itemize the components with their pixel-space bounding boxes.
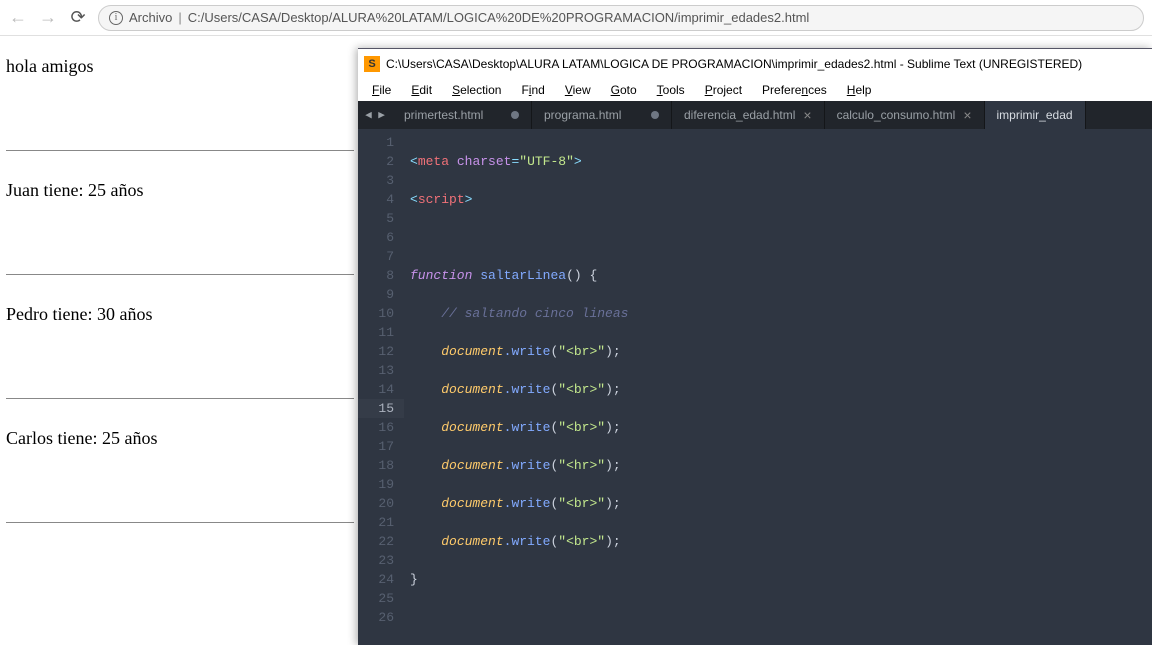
forward-button[interactable]: → xyxy=(38,8,58,28)
sublime-menubar[interactable]: File Edit Selection Find View Goto Tools… xyxy=(358,79,1152,101)
menu-view[interactable]: View xyxy=(557,81,599,99)
tab-primertest[interactable]: primertest.html xyxy=(392,101,532,129)
tab-calculo[interactable]: calculo_consumo.html × xyxy=(825,101,985,129)
tab-label: diferencia_edad.html xyxy=(684,108,795,122)
page-greeting: hola amigos xyxy=(6,50,354,85)
sublime-editor[interactable]: 1234567891011121314151617181920212223242… xyxy=(358,129,1152,645)
tab-label: primertest.html xyxy=(404,108,483,122)
menu-file[interactable]: File xyxy=(364,81,399,99)
close-icon[interactable]: × xyxy=(963,107,971,123)
page-hr xyxy=(6,274,354,275)
menu-goto[interactable]: Goto xyxy=(603,81,645,99)
menu-project[interactable]: Project xyxy=(697,81,750,99)
address-path: C:/Users/CASA/Desktop/ALURA%20LATAM/LOGI… xyxy=(188,10,810,25)
browser-viewport: hola amigos Juan tiene: 25 años Pedro ti… xyxy=(0,36,360,539)
browser-toolbar: ← → ⟳ i Archivo | C:/Users/CASA/Desktop/… xyxy=(0,0,1152,36)
reload-button[interactable]: ⟳ xyxy=(68,8,88,28)
dirty-dot-icon xyxy=(651,111,659,119)
tab-history-nav[interactable]: ◀ ▶ xyxy=(358,101,392,129)
sublime-tabbar: ◀ ▶ primertest.html programa.html difere… xyxy=(358,101,1152,129)
address-scheme-label: Archivo xyxy=(129,10,172,25)
sublime-title: C:\Users\CASA\Desktop\ALURA LATAM\LOGICA… xyxy=(386,57,1082,71)
menu-preferences[interactable]: Preferences xyxy=(754,81,835,99)
tab-programa[interactable]: programa.html xyxy=(532,101,672,129)
menu-selection[interactable]: Selection xyxy=(444,81,509,99)
close-icon[interactable]: × xyxy=(803,107,811,123)
sublime-window: S C:\Users\CASA\Desktop\ALURA LATAM\LOGI… xyxy=(358,48,1152,645)
sublime-titlebar[interactable]: S C:\Users\CASA\Desktop\ALURA LATAM\LOGI… xyxy=(358,49,1152,79)
dirty-dot-icon xyxy=(511,111,519,119)
address-bar[interactable]: i Archivo | C:/Users/CASA/Desktop/ALURA%… xyxy=(98,5,1144,31)
menu-find[interactable]: Find xyxy=(513,81,552,99)
menu-tools[interactable]: Tools xyxy=(649,81,693,99)
tab-diferencia[interactable]: diferencia_edad.html × xyxy=(672,101,825,129)
page-hr xyxy=(6,522,354,523)
page-line-juan: Juan tiene: 25 años xyxy=(6,174,354,209)
tab-label: imprimir_edad xyxy=(997,108,1073,122)
address-separator: | xyxy=(178,10,181,25)
back-button[interactable]: ← xyxy=(8,8,28,28)
page-line-pedro: Pedro tiene: 30 años xyxy=(6,298,354,333)
menu-help[interactable]: Help xyxy=(839,81,880,99)
page-hr xyxy=(6,398,354,399)
code-area[interactable]: <meta charset="UTF-8"> <script> function… xyxy=(404,129,1152,645)
page-line-carlos: Carlos tiene: 25 años xyxy=(6,422,354,457)
menu-edit[interactable]: Edit xyxy=(403,81,440,99)
page-hr xyxy=(6,150,354,151)
line-number-gutter[interactable]: 1234567891011121314151617181920212223242… xyxy=(358,129,404,645)
site-info-icon[interactable]: i xyxy=(109,11,123,25)
tab-imprimir-edades[interactable]: imprimir_edad xyxy=(985,101,1086,129)
tab-label: programa.html xyxy=(544,108,621,122)
sublime-icon: S xyxy=(364,56,380,72)
tab-label: calculo_consumo.html xyxy=(837,108,956,122)
